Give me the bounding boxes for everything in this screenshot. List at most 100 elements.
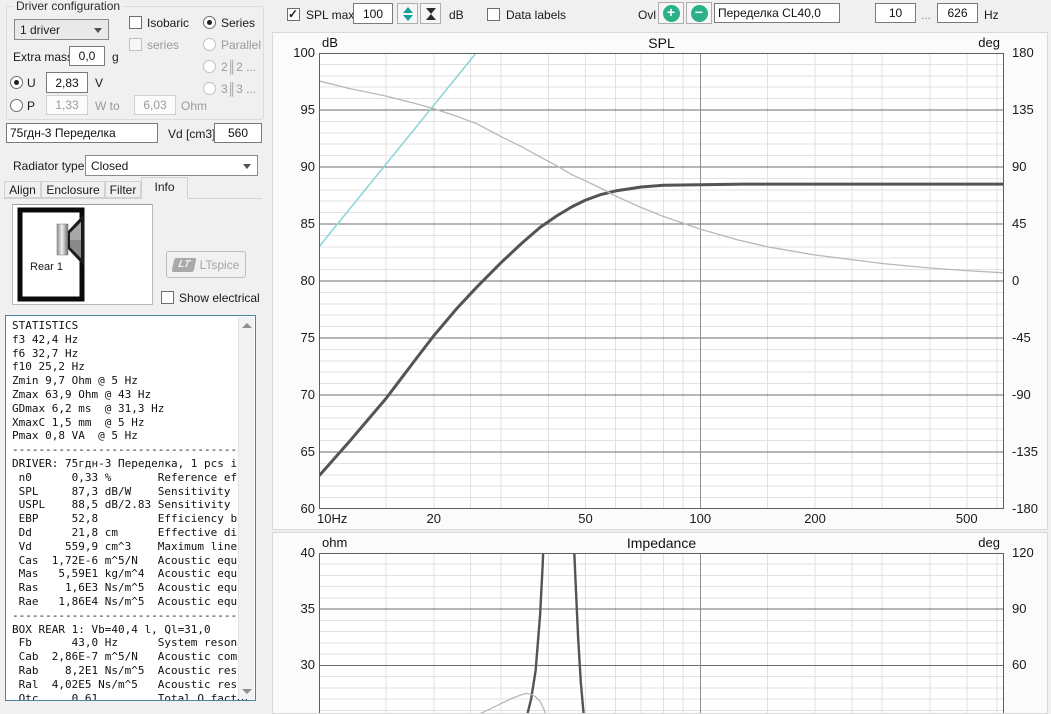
left-axis-tick-label: 80: [277, 273, 315, 289]
info-tab-panel: [4, 198, 262, 311]
spl-max-input[interactable]: [353, 3, 393, 24]
freq-unit-label: Hz: [984, 8, 999, 22]
left-axis-unit: dB: [322, 35, 338, 50]
extra-mass-label: Extra mass: [13, 50, 73, 64]
left-axis-tick-label: 60: [277, 501, 315, 517]
overlay-name-input[interactable]: [714, 3, 840, 23]
power-unit: W to: [95, 99, 120, 113]
isobaric-series-label: series: [147, 38, 179, 52]
left-axis-tick-label: 70: [277, 387, 315, 403]
x-axis-tick-label: 10Hz: [317, 511, 363, 527]
freq-range-separator: ...: [921, 8, 931, 22]
spl-max-checkbox[interactable]: [287, 8, 300, 21]
vd-input[interactable]: [214, 123, 262, 143]
statistics-box: STATISTICS f3 42,4 Hz f6 32,7 Hz f10 25,…: [5, 315, 256, 701]
x-axis-tick-label: 100: [677, 511, 723, 527]
chart-title: SPL: [319, 35, 1004, 51]
scroll-up-icon[interactable]: [239, 317, 254, 333]
right-axis-tick-label: -45: [1012, 330, 1048, 346]
spl-max-unit: dB: [449, 8, 464, 22]
fit-scale-button[interactable]: [420, 3, 441, 24]
impedance-plot-area: [319, 553, 1004, 714]
isobaric-checkbox[interactable]: [129, 16, 142, 29]
left-axis-tick-label: 95: [277, 102, 315, 118]
right-axis-tick-label: 135: [1012, 102, 1048, 118]
spl-plot-area: [319, 53, 1004, 509]
left-axis-tick-label: 30: [277, 657, 315, 673]
power-ohm-input: [134, 95, 176, 115]
vd-label: Vd [cm3]: [168, 127, 215, 141]
tab-filter[interactable]: Filter: [105, 181, 141, 198]
statistics-text: STATISTICS f3 42,4 Hz f6 32,7 Hz f10 25,…: [6, 316, 255, 701]
spinner-down-icon: [403, 15, 413, 21]
power-ohm-unit: Ohm: [181, 99, 207, 113]
left-axis-tick-label: 100: [277, 45, 315, 61]
right-axis-tick-label: 0: [1012, 273, 1048, 289]
chevron-down-icon: [243, 164, 251, 169]
wiring-parallel-label: Parallel: [221, 38, 261, 52]
right-axis-tick-label: 60: [1012, 657, 1048, 673]
freq-from-input[interactable]: [875, 3, 916, 23]
ovl-label: Ovl: [638, 8, 656, 22]
right-axis-unit: deg: [960, 535, 1000, 550]
driver-name-input[interactable]: [6, 123, 158, 143]
minus-icon: −: [691, 5, 708, 22]
spinner-up-icon: [403, 7, 413, 13]
radiator-type-dropdown[interactable]: Closed: [85, 155, 258, 176]
driver-count-dropdown[interactable]: 1 driver: [14, 19, 109, 40]
wiring-2x2-label: 2║2 ...: [221, 60, 256, 74]
wiring-series-radio[interactable]: [203, 16, 216, 29]
isobaric-series-checkbox: [129, 38, 142, 51]
extra-mass-input[interactable]: [69, 46, 105, 66]
spl-max-label: SPL max: [306, 8, 354, 22]
voltage-radio[interactable]: [10, 76, 23, 89]
power-input: [46, 95, 88, 115]
left-axis-tick-label: 40: [277, 545, 315, 561]
spl-max-stepper[interactable]: [397, 3, 418, 24]
power-radio[interactable]: [10, 99, 23, 112]
wiring-series-label: Series: [221, 16, 255, 30]
tab-align[interactable]: Align: [4, 181, 41, 198]
tab-info[interactable]: Info: [141, 177, 188, 199]
scroll-down-icon[interactable]: [239, 683, 254, 699]
isobaric-label: Isobaric: [147, 16, 189, 30]
wiring-3x3-radio: [203, 82, 216, 95]
right-axis-tick-label: 90: [1012, 159, 1048, 175]
right-axis-tick-label: -90: [1012, 387, 1048, 403]
spl-chart-panel: SPLdBdeg100959085807570656018013590450-4…: [272, 32, 1048, 530]
chart-title: Impedance: [319, 535, 1004, 551]
radiator-type-label: Radiator type: [13, 159, 84, 173]
left-axis-tick-label: 90: [277, 159, 315, 175]
freq-to-input[interactable]: [937, 3, 978, 23]
x-axis-tick-label: 500: [944, 511, 990, 527]
voltage-unit: V: [95, 76, 103, 90]
power-radio-label: P: [27, 99, 35, 113]
right-axis-tick-label: 120: [1012, 545, 1048, 561]
voltage-input[interactable]: [46, 72, 88, 93]
plus-icon: +: [663, 5, 680, 22]
wiring-parallel-radio: [203, 38, 216, 51]
right-axis-tick-label: 180: [1012, 45, 1048, 61]
driver-count-value: 1 driver: [20, 23, 60, 37]
right-axis-tick-label: 45: [1012, 216, 1048, 232]
stats-scrollbar[interactable]: [238, 317, 254, 699]
tab-enclosure[interactable]: Enclosure: [41, 181, 105, 198]
right-axis-tick-label: 90: [1012, 601, 1048, 617]
add-overlay-button[interactable]: +: [658, 2, 684, 24]
remove-overlay-button[interactable]: −: [686, 2, 712, 24]
data-labels-label: Data labels: [506, 8, 566, 22]
left-axis-tick-label: 65: [277, 444, 315, 460]
x-axis-tick-label: 20: [411, 511, 457, 527]
chevron-down-icon: [94, 28, 102, 33]
voltage-radio-label: U: [27, 76, 36, 90]
left-axis-unit: ohm: [322, 535, 347, 550]
left-axis-tick-label: 85: [277, 216, 315, 232]
x-axis-tick-label: 50: [563, 511, 609, 527]
left-axis-tick-label: 35: [277, 601, 315, 617]
right-axis-tick-label: -180: [1012, 501, 1048, 517]
wiring-3x3-label: 3║3 ...: [221, 82, 256, 96]
app-window: Driver configuration 1 driver Isobaric s…: [0, 0, 1051, 714]
extra-mass-unit: g: [112, 50, 119, 64]
left-axis-tick-label: 75: [277, 330, 315, 346]
data-labels-checkbox[interactable]: [487, 8, 500, 21]
